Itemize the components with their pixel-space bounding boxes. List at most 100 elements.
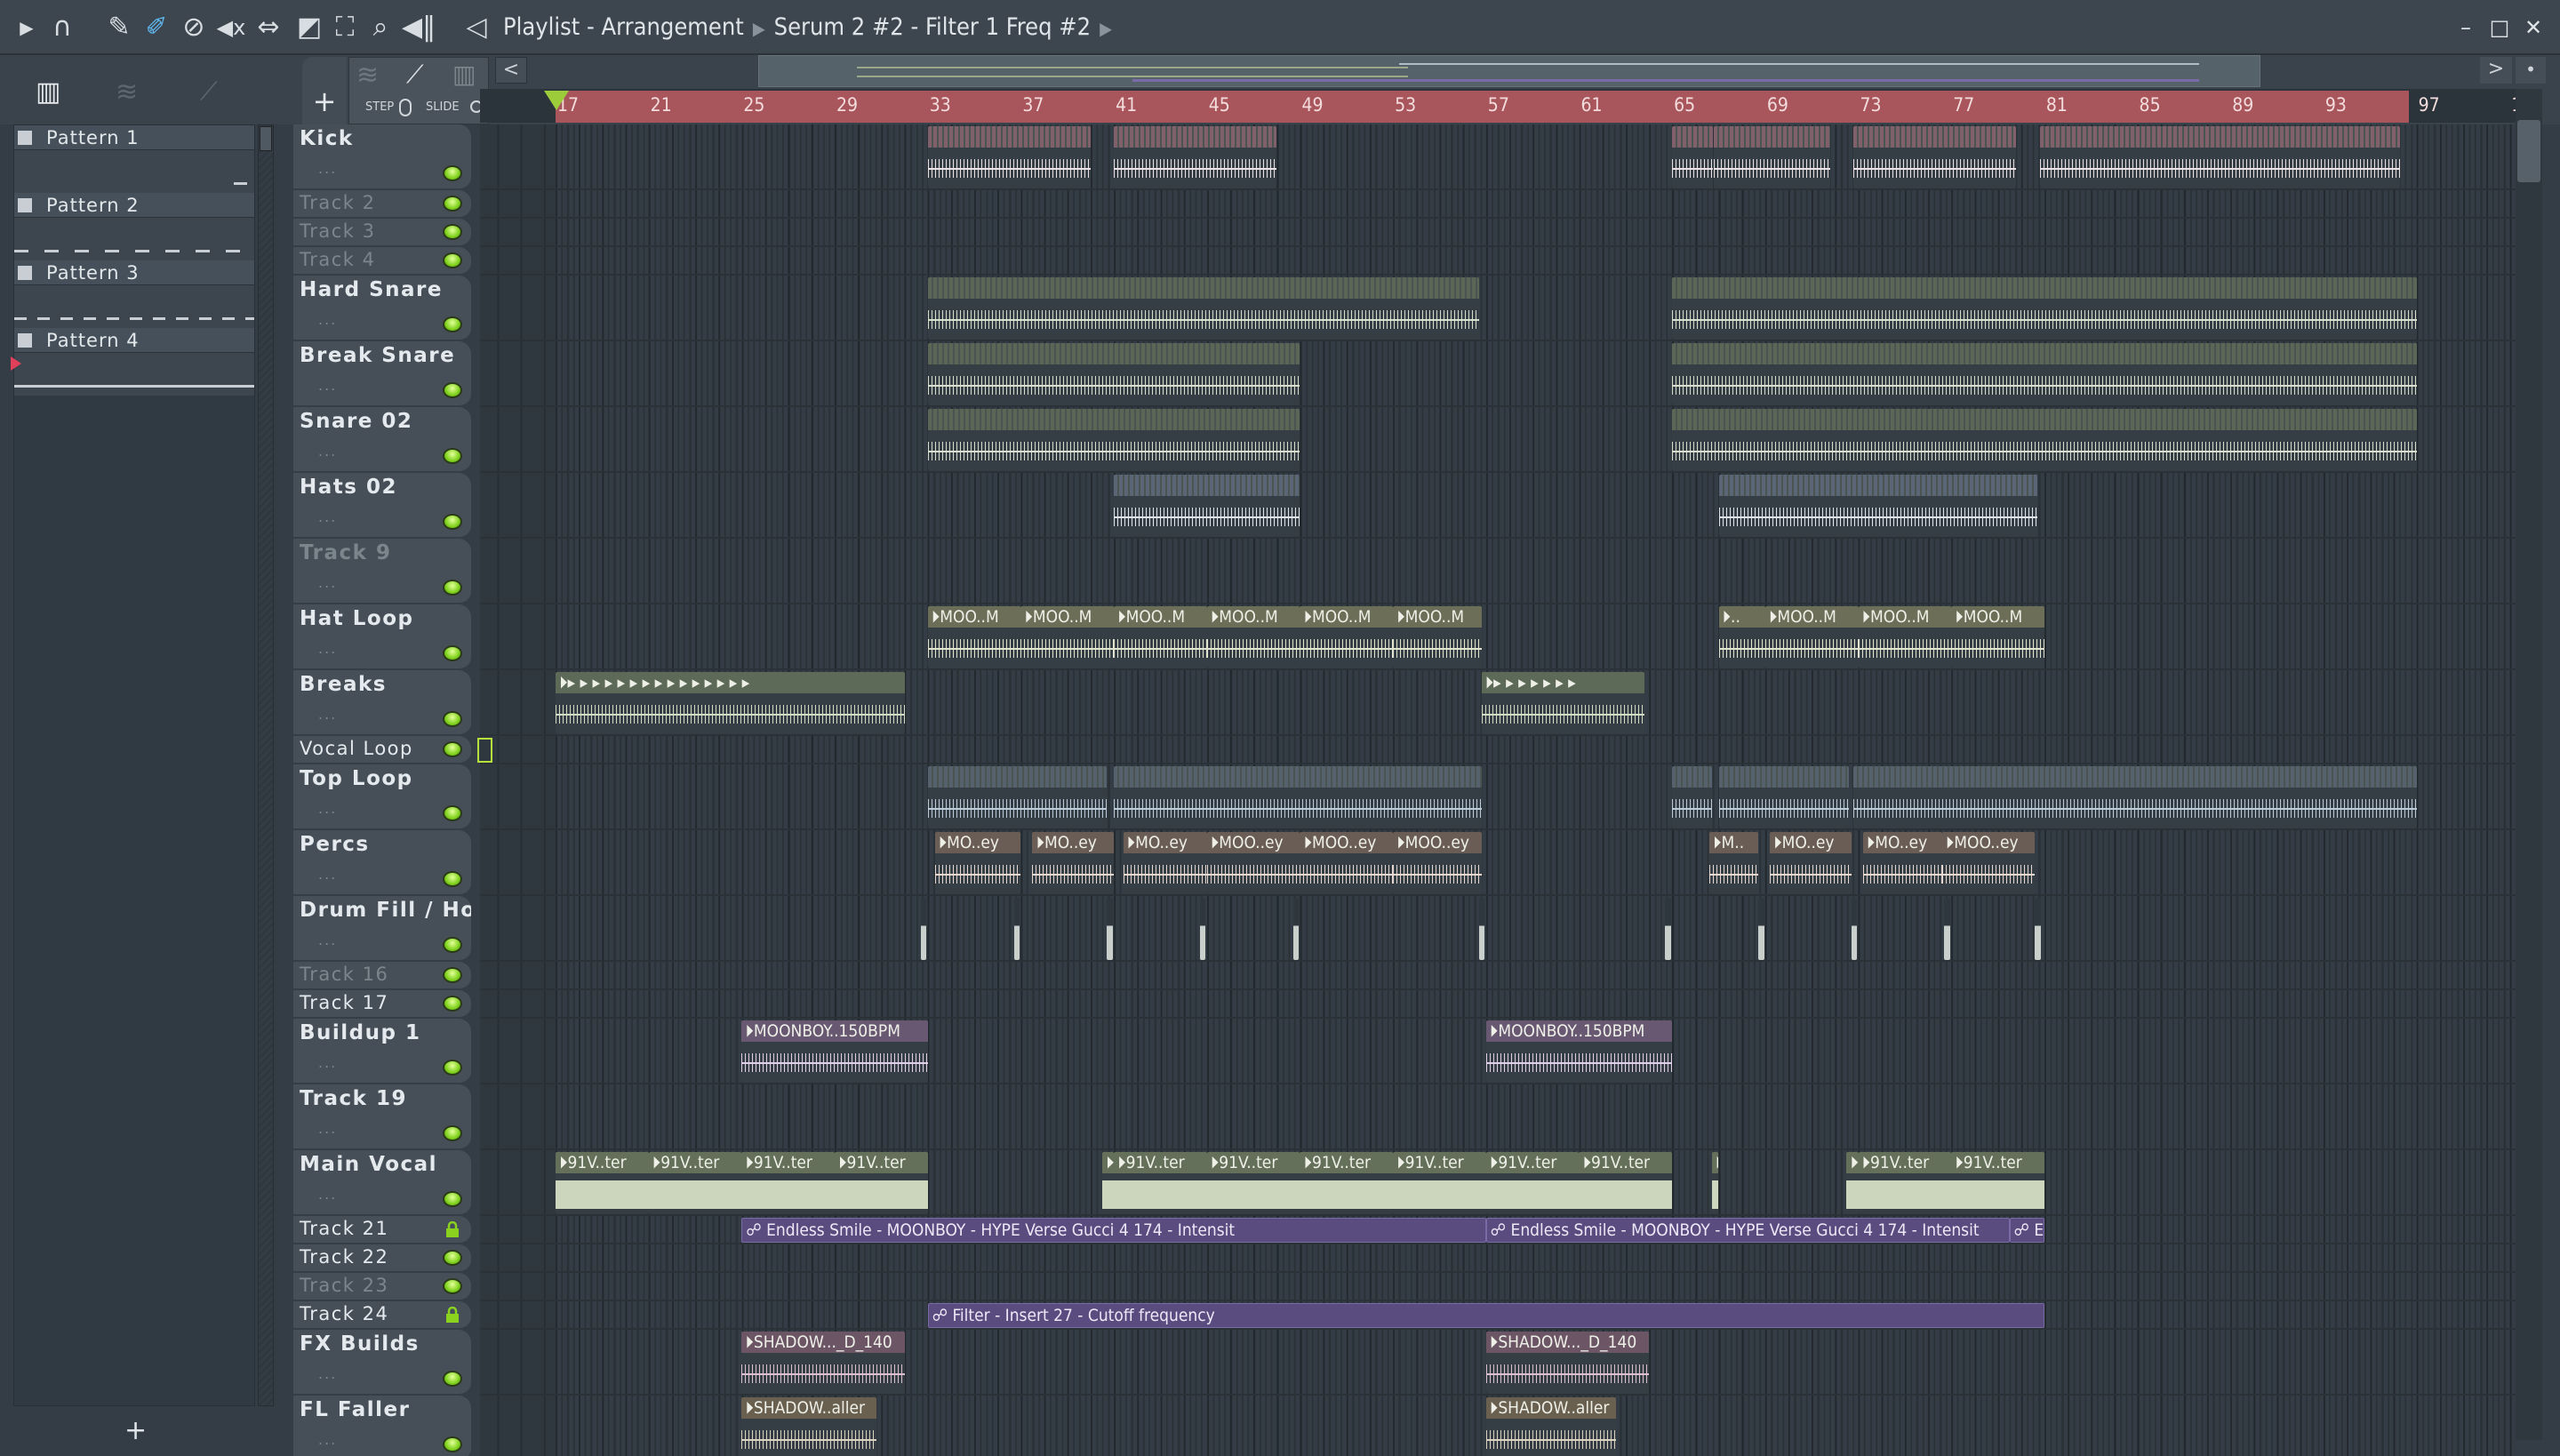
minimize-button[interactable]: – (2450, 12, 2482, 43)
audio-clip[interactable]: ⏵MOO..M (1300, 606, 1394, 668)
track-header[interactable]: Track 24 (293, 1301, 471, 1330)
paint-brush-icon[interactable]: ✐ (140, 11, 172, 44)
audio-clip[interactable]: ⏵SHADOW..._D_140 (741, 1332, 905, 1394)
zoom-icon[interactable]: ⌕ (364, 11, 396, 44)
audio-clip[interactable]: ⏵91V..ter (1300, 1152, 1394, 1214)
track-header[interactable]: Track 21 (293, 1216, 471, 1244)
audio-clip[interactable] (1853, 766, 2417, 828)
track-enable-led-icon[interactable] (443, 382, 462, 398)
close-button[interactable]: ✕ (2517, 12, 2549, 43)
delete-icon[interactable]: ⊘ (178, 11, 210, 44)
track-header[interactable]: Track 23 (293, 1273, 471, 1301)
audio-clip[interactable] (1114, 766, 1482, 828)
audio-clip[interactable] (1672, 766, 1712, 828)
track-header[interactable]: Hat Loop... (293, 604, 471, 670)
mute-icon[interactable]: ◀x (215, 11, 247, 44)
audio-clip[interactable]: ⏵▸ ▸ ▸ ▸ ▸ ▸ ▸ (1481, 672, 1644, 734)
track-options[interactable]: ... (318, 800, 337, 817)
lock-icon[interactable] (445, 1307, 460, 1323)
track-header[interactable]: Break Snare... (293, 341, 471, 407)
audio-clip[interactable] (2035, 898, 2041, 960)
track-enable-led-icon[interactable] (443, 1060, 462, 1076)
audio-clip[interactable]: ⏵MOO..M (1393, 606, 1482, 668)
track-lane[interactable] (480, 219, 2516, 247)
audio-clip[interactable]: ⏵MOONBOY..150BPM (1485, 1020, 1673, 1083)
audio-clip[interactable]: ⏵91V..ter (741, 1152, 836, 1214)
audio-clip[interactable] (1672, 409, 2417, 471)
track-enable-led-icon[interactable] (443, 514, 462, 530)
audio-clip[interactable] (1944, 898, 1950, 960)
track-header[interactable]: Kick... (293, 124, 471, 190)
audio-clip[interactable] (1714, 126, 1831, 188)
scroll-left-button[interactable]: < (495, 57, 527, 84)
pattern-item[interactable]: Pattern 2 (14, 193, 254, 260)
audio-clip[interactable] (1672, 343, 2417, 405)
track-options[interactable]: ... (318, 1431, 337, 1448)
track-header[interactable]: Track 9... (293, 539, 471, 604)
track-lane[interactable] (480, 830, 2516, 896)
audio-clip[interactable]: ⏵MOO..ey (1206, 832, 1300, 894)
automation-clip[interactable]: ☍ E.. (2009, 1218, 2044, 1243)
track-header[interactable]: FX Builds... (293, 1330, 471, 1396)
track-options[interactable]: ... (318, 1054, 337, 1071)
audio-clip[interactable]: ⏵91V..ter (1579, 1152, 1673, 1214)
track-header[interactable]: Breaks... (293, 670, 471, 736)
track-enable-led-icon[interactable] (443, 711, 462, 727)
track-options[interactable]: ... (318, 574, 337, 591)
audio-clip[interactable] (1478, 898, 1485, 960)
track-header[interactable]: Drum Fill / House... (293, 896, 471, 962)
audio-clip[interactable]: ⏵ (1846, 1152, 1859, 1214)
track-header[interactable]: Snare 02... (293, 407, 471, 473)
audio-clip[interactable] (1107, 898, 1113, 960)
track-selector-box[interactable] (477, 738, 492, 763)
track-enable-led-icon[interactable] (443, 448, 462, 464)
audio-clip[interactable]: ⏵91V..ter (1485, 1152, 1580, 1214)
piano-icon[interactable]: ▥ (452, 60, 476, 89)
track-lane[interactable] (480, 990, 2516, 1019)
timeline-ruler[interactable]: 17 21 25 29 33 37 41 45 49 53 57 61 65 69 73 77 81 85 89 93… (480, 89, 2516, 123)
track-lane[interactable] (480, 962, 2516, 990)
playlist-grid[interactable]: ⏵MOO..M ⏵MOO..M ⏵MOO..M ⏵MOO..M ⏵MOO..M ⏵MOO.… (480, 124, 2516, 1456)
pattern-item[interactable]: Pattern 4 (11, 328, 254, 396)
pattern-header[interactable]: Pattern 3 (14, 260, 254, 285)
waveform-icon[interactable]: ≋ (356, 60, 379, 91)
audio-clip[interactable]: ⏵91V..ter (1393, 1152, 1486, 1214)
audio-clip[interactable]: ⏵MOO..ey (1300, 832, 1394, 894)
select-icon[interactable]: ⛶ (329, 11, 361, 44)
track-lane[interactable] (480, 539, 2516, 604)
pattern-item[interactable]: Pattern 1 (14, 125, 254, 193)
track-enable-led-icon[interactable] (443, 1250, 462, 1266)
audio-clip[interactable] (1757, 898, 1764, 960)
track-header[interactable]: Track 3 (293, 219, 471, 247)
track-header[interactable]: Main Vocal... (293, 1150, 471, 1216)
pattern-header[interactable]: Pattern 1 (14, 125, 254, 150)
audio-clip[interactable] (2039, 126, 2401, 188)
track-enable-led-icon[interactable] (443, 937, 462, 953)
track-header[interactable]: Track 4 (293, 247, 471, 276)
track-enable-led-icon[interactable] (443, 316, 462, 332)
audio-clip[interactable]: ⏵91V..ter (556, 1152, 649, 1214)
audio-clip[interactable]: ⏵MO..ey (1770, 832, 1852, 894)
audio-clip[interactable]: ⏵MOO..M (927, 606, 1021, 668)
track-enable-led-icon[interactable] (443, 1278, 462, 1294)
track-header[interactable]: FL Faller... (293, 1396, 471, 1456)
track-options[interactable]: ... (318, 311, 337, 328)
track-enable-led-icon[interactable] (443, 1125, 462, 1141)
audio-clip[interactable] (1013, 898, 1020, 960)
audio-clip[interactable] (1114, 126, 1277, 188)
track-options[interactable]: ... (318, 932, 337, 948)
audio-clip[interactable] (1114, 475, 1300, 537)
lock-icon[interactable] (445, 1221, 460, 1237)
track-header[interactable]: Vocal Loop (293, 736, 471, 764)
audio-clip[interactable]: ⏵91V..ter (1114, 1152, 1207, 1214)
pattern-header[interactable]: Pattern 2 (14, 193, 254, 218)
piano-icon[interactable]: ▥ (36, 76, 60, 108)
audio-clip[interactable] (1292, 898, 1300, 960)
track-header[interactable]: Hats 02... (293, 473, 471, 539)
audio-clip[interactable]: ⏵MOO..M (1951, 606, 2044, 668)
track-lane[interactable] (480, 190, 2516, 219)
track-enable-led-icon[interactable] (443, 1436, 462, 1452)
audio-clip[interactable]: ⏵MO..ey (1032, 832, 1115, 894)
audio-clip[interactable] (1665, 898, 1671, 960)
track-enable-led-icon[interactable] (443, 741, 462, 757)
